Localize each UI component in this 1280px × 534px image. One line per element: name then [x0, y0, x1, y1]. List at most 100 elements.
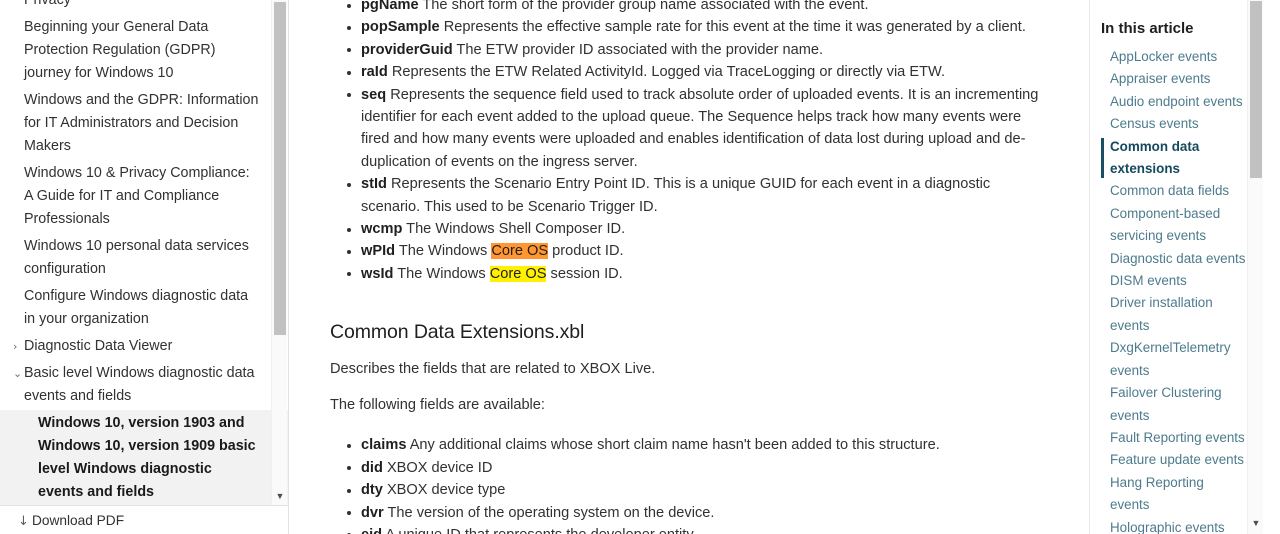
sidebar-item-label: Beginning your General Data Protection R… [24, 19, 216, 81]
toc-item[interactable]: DISM events [1101, 270, 1250, 292]
toc-item[interactable]: Appraiser events [1101, 68, 1250, 90]
sidebar-scroll-area[interactable]: Privacy Beginning your General Data Prote… [0, 0, 288, 505]
sidebar-item-label: Windows 10 & Privacy Compliance: A Guide… [24, 165, 250, 227]
field-list-item: claims Any additional claims whose short… [330, 434, 1051, 456]
sidebar-item[interactable]: › Diagnostic Data Viewer [0, 333, 288, 360]
field-list-item: seq Represents the sequence field used t… [330, 84, 1051, 174]
toc-scroll-down-arrow-icon[interactable]: ▼ [1248, 518, 1264, 528]
field-name: providerGuid [361, 41, 453, 58]
toc-item[interactable]: AppLocker events [1101, 46, 1250, 68]
field-description: XBOX device ID [386, 459, 493, 476]
chevron-right-icon[interactable]: › [13, 335, 23, 358]
download-pdf-label: Download PDF [32, 513, 125, 528]
sidebar-scrollbar[interactable]: ▼ [271, 0, 287, 505]
field-description: XBOX device type [386, 482, 506, 499]
sidebar-item-label: Windows and the GDPR: Information for IT… [24, 92, 259, 154]
field-description: product ID. [548, 243, 624, 260]
toc-scrollbar-thumb[interactable] [1250, 1, 1262, 178]
field-name: pgName [361, 0, 419, 13]
sidebar-item[interactable]: Windows 10, version 1903 and Windows 10,… [0, 410, 288, 505]
field-list-item: raId Represents the ETW Related Activity… [330, 61, 1051, 83]
field-name: eid [361, 527, 382, 534]
left-sidebar-nav: Privacy Beginning your General Data Prote… [0, 0, 289, 534]
field-name: wPId [361, 243, 396, 260]
toc-scroll-area[interactable]: In this article AppLocker events Appraise… [1090, 0, 1250, 534]
toc-item-list: AppLocker events Appraiser events Audio en… [1101, 46, 1250, 534]
field-list-item: dty XBOX device type [330, 479, 1051, 501]
page-section-heading: Common Data Extensions.xbl [330, 321, 585, 344]
toc-item[interactable]: Failover Clustering events [1101, 382, 1250, 427]
field-description: Represents the effective sample rate for… [443, 19, 1026, 36]
search-highlight: Core OS [489, 265, 547, 282]
field-name: dty [361, 482, 383, 499]
toc-item[interactable]: Audio endpoint events [1101, 91, 1250, 113]
sidebar-item[interactable]: ⌄ Basic level Windows diagnostic data eve… [0, 360, 288, 410]
field-description: The Windows [398, 243, 492, 260]
toc-item[interactable]: Census events [1101, 113, 1250, 135]
xbl-field-list: claims Any additional claims whose short… [330, 434, 1051, 534]
field-list-item: popSample Represents the effective sampl… [330, 16, 1051, 38]
toc-title: In this article [1101, 20, 1194, 37]
sidebar-item-label: Basic level Windows diagnostic data even… [24, 365, 255, 404]
toc-item[interactable]: Holographic events [1101, 517, 1250, 534]
field-list-item: wPId The Windows Core OS product ID. [330, 240, 1051, 262]
field-name: stId [361, 176, 387, 193]
field-description: Represents the ETW Related ActivityId. L… [391, 64, 946, 81]
sidebar-item[interactable]: Windows and the GDPR: Information for IT… [0, 87, 288, 160]
download-pdf-button[interactable]: ↓ Download PDF [18, 511, 124, 532]
field-list-item: pgName The short form of the provider gr… [330, 0, 1051, 16]
fields-available-paragraph: The following fields are available: [330, 397, 545, 414]
sidebar-item[interactable]: Windows 10 personal data services config… [0, 233, 288, 283]
chevron-down-icon[interactable]: ⌄ [13, 362, 23, 385]
field-list-item: stId Represents the Scenario Entry Point… [330, 173, 1051, 218]
field-name: claims [361, 437, 407, 454]
sidebar-item-label: Windows 10 personal data services config… [24, 238, 249, 277]
field-description: session ID. [546, 265, 623, 282]
toc-item[interactable]: Hang Reporting events [1101, 472, 1250, 517]
field-list-item: wsId The Windows Core OS session ID. [330, 263, 1051, 285]
field-description: The Windows [397, 265, 490, 282]
sidebar-item[interactable]: Windows 10 & Privacy Compliance: A Guide… [0, 160, 288, 233]
scroll-down-arrow-icon[interactable]: ▼ [272, 491, 288, 501]
toc-item[interactable]: Fault Reporting events [1101, 427, 1250, 449]
field-description: Any additional claims whose short claim … [409, 437, 940, 454]
toc-item[interactable]: Common data extensions [1101, 136, 1250, 181]
field-description: Represents the Scenario Entry Point ID. … [361, 176, 991, 215]
toc-scrollbar[interactable]: ▼ [1247, 0, 1263, 534]
download-arrow-icon: ↓ [18, 514, 29, 529]
sidebar-item-list: Privacy Beginning your General Data Prote… [0, 0, 288, 505]
article-body: pgName The short form of the provider gr… [289, 0, 1089, 534]
toc-item[interactable]: Component-based servicing events [1101, 203, 1250, 248]
section-description-paragraph: Describes the fields that are related to… [330, 361, 656, 378]
search-highlight: Core OS [491, 243, 549, 260]
toc-item[interactable]: DxgKernelTelemetry events [1101, 337, 1250, 382]
toc-item[interactable]: Diagnostic data events [1101, 248, 1250, 270]
field-name: raId [361, 64, 388, 81]
sidebar-footer: ↓ Download PDF [0, 505, 288, 534]
sidebar-item[interactable]: Beginning your General Data Protection R… [0, 14, 288, 87]
toc-item[interactable]: Feature update events [1101, 449, 1250, 471]
sidebar-item[interactable]: Privacy [0, 0, 288, 14]
field-description: Represents the sequence field used to tr… [361, 86, 1039, 170]
field-name: dvr [361, 504, 384, 521]
field-name: wsId [361, 265, 394, 282]
in-this-article-panel: In this article AppLocker events Appraise… [1089, 0, 1280, 534]
field-list-item: wcmp The Windows Shell Composer ID. [330, 218, 1051, 240]
field-name: did [361, 459, 383, 476]
sidebar-item[interactable]: Configure Windows diagnostic data in you… [0, 283, 288, 333]
field-name: seq [361, 86, 387, 103]
toc-item[interactable]: Driver installation events [1101, 292, 1250, 337]
main-content: pgName The short form of the provider gr… [289, 0, 1089, 534]
sidebar-scrollbar-thumb[interactable] [274, 2, 286, 335]
field-description: The version of the operating system on t… [387, 504, 715, 521]
sidebar-item-label: Windows 10, version 1903 and Windows 10,… [38, 415, 256, 500]
field-list-item: providerGuid The ETW provider ID associa… [330, 39, 1051, 61]
common-data-extensions-field-list: pgName The short form of the provider gr… [330, 0, 1051, 285]
toc-item[interactable]: Common data fields [1101, 180, 1250, 202]
field-name: popSample [361, 19, 440, 36]
field-list-item: eid A unique ID that represents the deve… [330, 524, 1051, 534]
